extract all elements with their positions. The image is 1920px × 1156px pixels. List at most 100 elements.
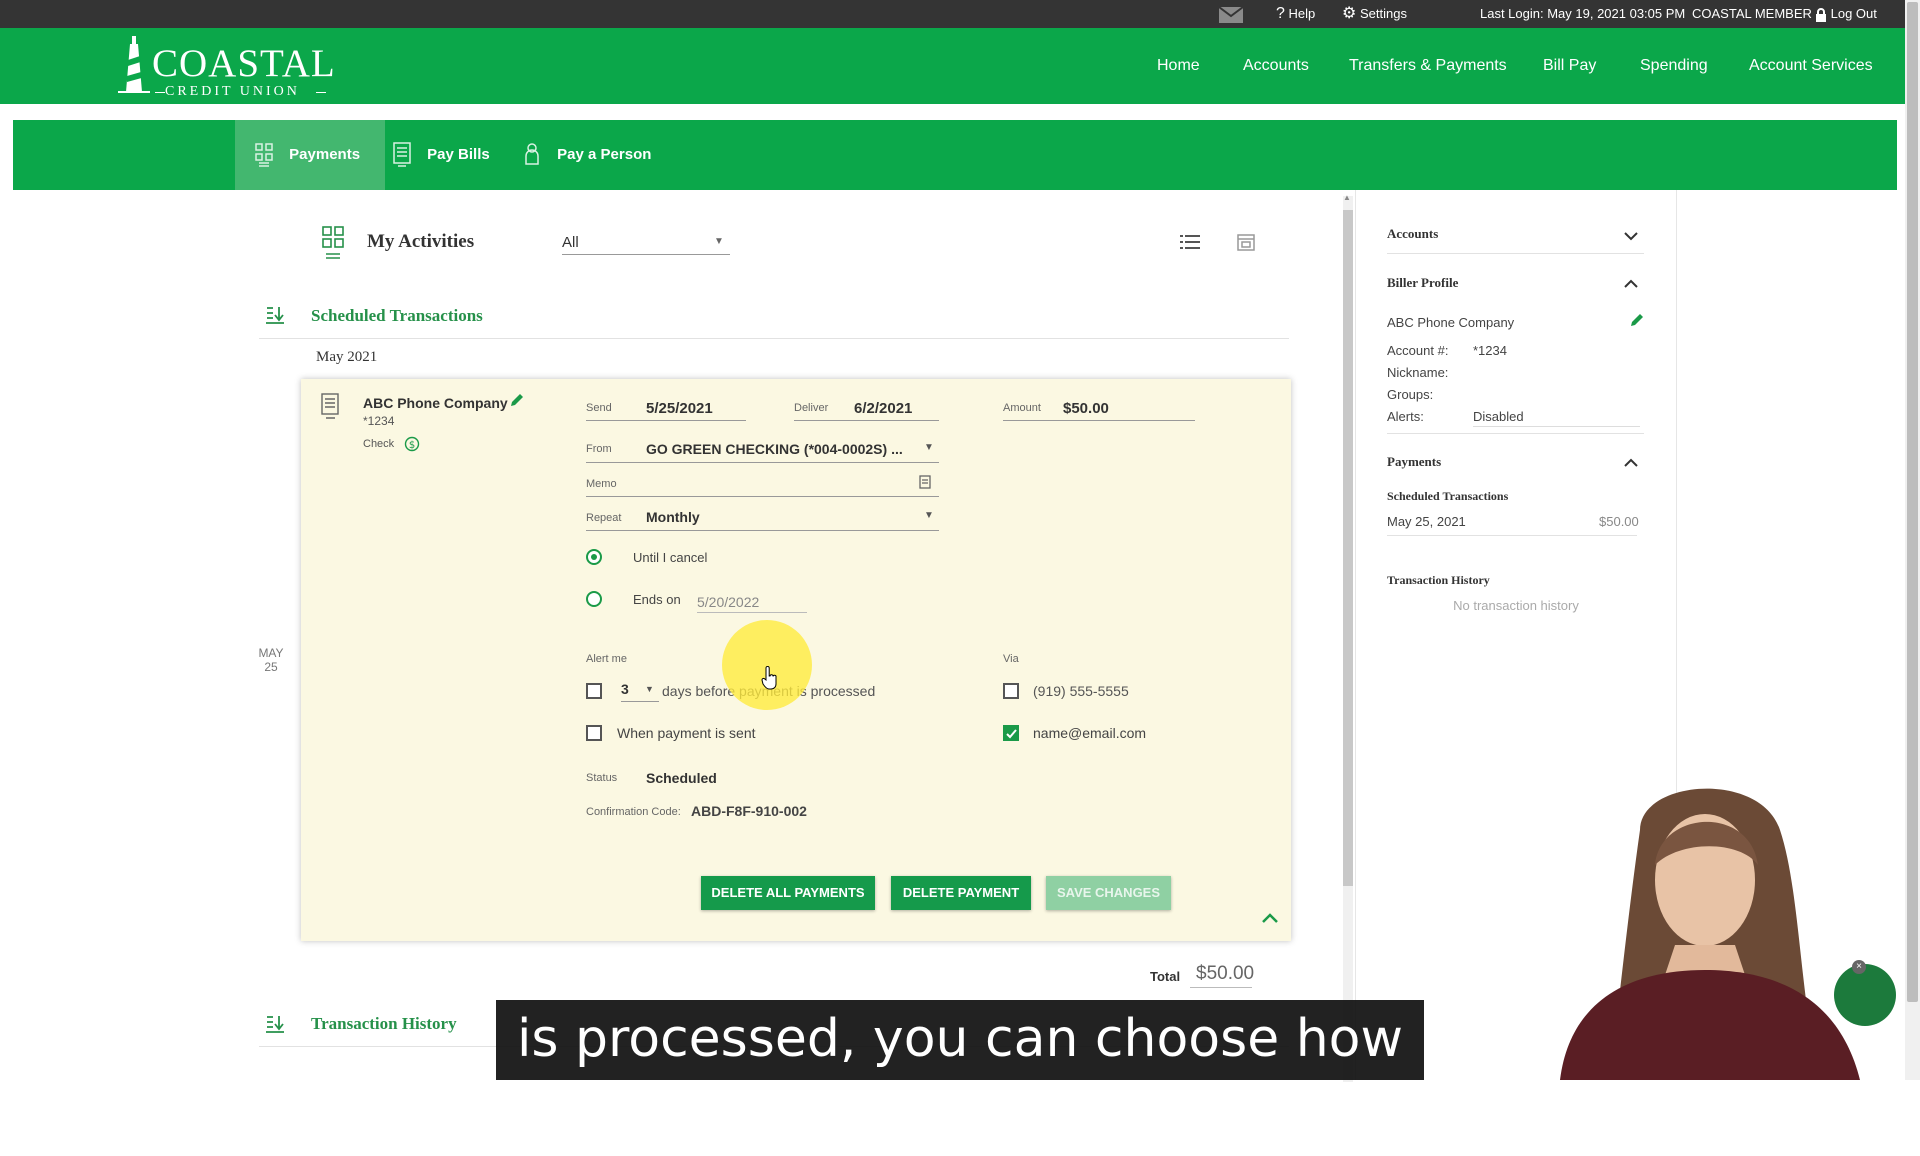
last-login-text: Last Login: May 19, 2021 03:05 PM bbox=[1480, 6, 1686, 21]
nav-account-services[interactable]: Account Services bbox=[1749, 28, 1873, 104]
sidebar-groups-label: Groups: bbox=[1387, 387, 1434, 402]
alert-sent-text: When payment is sent bbox=[617, 725, 756, 741]
lighthouse-logo-icon[interactable] bbox=[116, 34, 152, 101]
sidebar-divider bbox=[1387, 253, 1644, 254]
scroll-up-arrow-icon[interactable]: ▲ bbox=[1343, 193, 1351, 202]
payee-name[interactable]: ABC Phone Company bbox=[363, 395, 508, 411]
help-link[interactable]: ? Help bbox=[1276, 0, 1315, 28]
page-scrollbar-thumb[interactable] bbox=[1907, 2, 1918, 1002]
settings-link[interactable]: ⚙ Settings bbox=[1342, 0, 1407, 28]
mail-icon[interactable] bbox=[1218, 0, 1244, 28]
alert-phone: (919) 555-5555 bbox=[1033, 683, 1129, 699]
svg-text:$: $ bbox=[409, 440, 415, 451]
main-scrollbar-thumb[interactable] bbox=[1343, 210, 1353, 886]
settings-label: Settings bbox=[1359, 6, 1407, 21]
bill-icon bbox=[393, 142, 427, 167]
gear-icon: ⚙ bbox=[1342, 5, 1357, 22]
sidebar-account-value: *1234 bbox=[1473, 343, 1507, 358]
nav-bill-pay[interactable]: Bill Pay bbox=[1543, 28, 1596, 104]
notepad-icon[interactable] bbox=[919, 475, 931, 494]
repeat-value: Monthly bbox=[646, 509, 700, 525]
edit-pencil-icon[interactable] bbox=[510, 393, 524, 412]
chevron-down-icon[interactable] bbox=[1624, 228, 1638, 246]
status-value: Scheduled bbox=[646, 770, 717, 786]
deliver-date: 6/2/2021 bbox=[854, 400, 913, 417]
tab-pay-bills-label: Pay Bills bbox=[427, 146, 490, 163]
sort-icon[interactable] bbox=[265, 305, 285, 330]
until-cancel-radio[interactable] bbox=[586, 549, 602, 565]
sidebar-scheduled-amount: $50.00 bbox=[1599, 514, 1639, 529]
nav-accounts[interactable]: Accounts bbox=[1243, 28, 1309, 104]
tab-pay-person[interactable]: Pay a Person bbox=[523, 120, 651, 190]
sidebar-history-empty: No transaction history bbox=[1453, 598, 1579, 613]
calendar-view-icon[interactable] bbox=[1237, 233, 1255, 256]
member-name[interactable]: COASTAL MEMBER bbox=[1692, 0, 1812, 28]
sort-icon[interactable] bbox=[265, 1014, 285, 1039]
delete-all-payments-button[interactable]: DELETE ALL PAYMENTS bbox=[701, 876, 875, 910]
memo-input[interactable] bbox=[646, 475, 916, 493]
tab-pay-bills[interactable]: Pay Bills bbox=[393, 120, 490, 190]
total-value: $50.00 bbox=[1196, 963, 1255, 984]
repeat-select[interactable]: Monthly ▼ bbox=[646, 507, 939, 529]
sidebar-alerts-value: Disabled bbox=[1473, 409, 1524, 424]
dollar-info-icon[interactable]: $ bbox=[404, 436, 420, 457]
logo-rule-left bbox=[155, 92, 165, 93]
total-label: Total bbox=[1150, 969, 1181, 984]
chevron-up-icon[interactable] bbox=[1261, 911, 1279, 929]
close-icon[interactable]: × bbox=[1852, 960, 1866, 974]
alert-sent-checkbox[interactable] bbox=[586, 725, 602, 741]
checkmark-icon bbox=[1006, 729, 1017, 739]
lock-icon bbox=[1815, 6, 1831, 22]
sidebar-nickname-label: Nickname: bbox=[1387, 365, 1449, 380]
alert-days-checkbox[interactable] bbox=[586, 683, 602, 699]
amount-underline bbox=[1003, 420, 1195, 421]
delete-payment-button[interactable]: DELETE PAYMENT bbox=[891, 876, 1031, 910]
list-view-icon[interactable] bbox=[1180, 234, 1200, 255]
chevron-down-icon: ▼ bbox=[924, 510, 934, 521]
alert-me-label: Alert me bbox=[586, 653, 627, 665]
alert-email: name@email.com bbox=[1033, 725, 1147, 741]
chevron-up-icon[interactable] bbox=[1624, 276, 1638, 294]
email-checkbox[interactable] bbox=[1003, 725, 1019, 741]
brand-name[interactable]: COASTAL bbox=[152, 44, 336, 84]
deliver-underline bbox=[794, 420, 939, 421]
grid-icon bbox=[255, 143, 289, 167]
activities-filter-select[interactable]: All ▼ bbox=[562, 234, 730, 255]
chat-bubble-icon[interactable] bbox=[1834, 964, 1896, 1026]
confirmation-code: ABD-F8F-910-002 bbox=[691, 803, 807, 819]
save-changes-button[interactable]: SAVE CHANGES bbox=[1046, 876, 1171, 910]
nav-transfers-payments[interactable]: Transfers & Payments bbox=[1349, 28, 1507, 104]
sidebar-accounts-title[interactable]: Accounts bbox=[1387, 226, 1438, 242]
send-label: Send bbox=[586, 402, 612, 414]
tab-pay-person-label: Pay a Person bbox=[557, 146, 652, 163]
alert-days-value: 3 bbox=[621, 681, 629, 697]
until-cancel-label: Until I cancel bbox=[633, 550, 708, 565]
from-underline bbox=[586, 462, 939, 463]
sidebar-divider bbox=[1387, 433, 1644, 434]
logout-link[interactable]: Log Out bbox=[1815, 0, 1877, 28]
nav-spending[interactable]: Spending bbox=[1640, 28, 1708, 104]
chevron-down-icon: ▼ bbox=[924, 442, 934, 453]
phone-checkbox[interactable] bbox=[1003, 683, 1019, 699]
sidebar-scheduled-date[interactable]: May 25, 2021 bbox=[1387, 514, 1466, 529]
nav-home[interactable]: Home bbox=[1157, 28, 1200, 104]
chevron-up-icon[interactable] bbox=[1624, 455, 1638, 473]
ends-on-date[interactable]: 5/20/2022 bbox=[697, 594, 759, 610]
sidebar-payments-title[interactable]: Payments bbox=[1387, 454, 1441, 470]
billpay-subnav: Payments Pay Bills Pay a Person bbox=[13, 120, 1897, 190]
amount-value[interactable]: $50.00 bbox=[1063, 400, 1109, 417]
edit-pencil-icon[interactable] bbox=[1630, 313, 1644, 332]
filter-underline bbox=[562, 254, 730, 255]
confirmation-label: Confirmation Code: bbox=[586, 806, 681, 818]
ends-on-radio[interactable] bbox=[586, 591, 602, 607]
deliver-label: Deliver bbox=[794, 402, 829, 414]
date-marker-day: 25 bbox=[264, 660, 278, 674]
activities-icon bbox=[322, 226, 344, 265]
send-date[interactable]: 5/25/2021 bbox=[646, 400, 713, 417]
alert-days-underline bbox=[621, 701, 659, 702]
sidebar-biller-title[interactable]: Biller Profile bbox=[1387, 275, 1458, 291]
tab-payments[interactable]: Payments bbox=[235, 120, 385, 190]
alert-days-select[interactable]: 3 ▼ bbox=[621, 681, 661, 702]
main-header: COASTAL CREDIT UNION Home Accounts Trans… bbox=[0, 28, 1905, 104]
from-account-select[interactable]: GO GREEN CHECKING (*004-0002S) ... ▼ bbox=[646, 439, 939, 461]
